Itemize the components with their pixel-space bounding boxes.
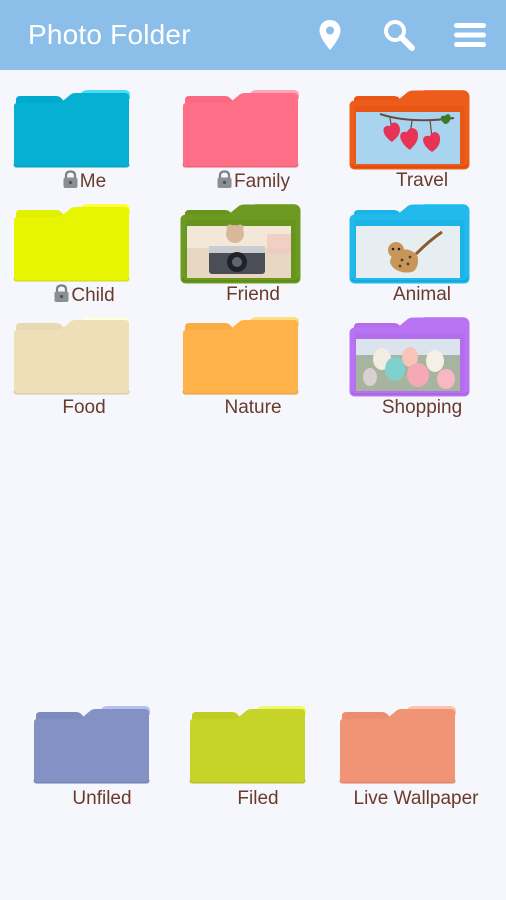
folder-friend[interactable]: Friend xyxy=(169,204,309,316)
folder-label: Friend xyxy=(169,284,337,306)
search-icon[interactable] xyxy=(382,18,416,52)
folder-label: Live Wallpaper xyxy=(326,788,506,810)
menu-icon[interactable] xyxy=(453,18,487,52)
folder-label-text: Food xyxy=(62,397,106,418)
lock-icon xyxy=(62,170,79,189)
folder-filed[interactable]: Filed xyxy=(176,706,316,818)
folder-unfiled[interactable]: Unfiled xyxy=(20,706,160,818)
folder-travel[interactable]: Travel xyxy=(338,90,478,202)
folder-label: Travel xyxy=(338,170,506,192)
folder-label-text: Filed xyxy=(237,788,279,809)
folder-label-text: Family xyxy=(234,171,290,192)
folder-icon xyxy=(181,90,303,168)
folder-thumbnail-icon xyxy=(349,90,472,170)
folder-label: Child xyxy=(0,284,168,307)
folder-label-text: Animal xyxy=(392,284,452,305)
folder-icon xyxy=(181,317,303,395)
folder-child[interactable]: Child xyxy=(0,204,140,316)
lock-icon xyxy=(53,284,70,303)
folder-icon xyxy=(188,706,310,784)
folder-thumbnail-icon xyxy=(349,317,472,397)
folder-label-text: Shopping xyxy=(381,397,463,418)
folder-label-text: Live Wallpaper xyxy=(353,788,479,809)
folder-label: Filed xyxy=(176,788,340,810)
folder-icon xyxy=(12,90,134,168)
app-title: Photo Folder xyxy=(28,19,191,50)
folder-label: Animal xyxy=(338,284,506,306)
folder-label-text: Child xyxy=(71,285,115,306)
folder-live-wallpaper[interactable]: Live Wallpaper xyxy=(326,706,478,818)
folder-animal[interactable]: Animal xyxy=(338,204,478,316)
folder-food[interactable]: Food xyxy=(0,317,140,429)
folder-label-text: Unfiled xyxy=(72,788,132,809)
folder-thumbnail-icon xyxy=(349,204,472,284)
folder-label: Me xyxy=(0,170,168,193)
folder-label: Family xyxy=(169,170,337,193)
lock-icon xyxy=(216,170,233,189)
folder-label-text: Nature xyxy=(224,397,282,418)
app-bar: Photo Folder xyxy=(0,0,506,70)
folder-label: Nature xyxy=(169,397,337,419)
folder-label: Food xyxy=(0,397,168,419)
folder-icon xyxy=(32,706,154,784)
folder-label-text: Me xyxy=(79,171,107,192)
folder-icon xyxy=(12,317,134,395)
folder-label-text: Travel xyxy=(395,170,449,191)
folder-icon xyxy=(12,204,134,282)
folder-me[interactable]: Me xyxy=(0,90,140,202)
folder-nature[interactable]: Nature xyxy=(169,317,309,429)
location-pin-icon[interactable] xyxy=(313,18,347,52)
folder-label-text: Friend xyxy=(226,284,280,305)
folder-shopping[interactable]: Shopping xyxy=(338,317,478,429)
folder-thumbnail-icon xyxy=(180,204,303,284)
folder-label: Shopping xyxy=(338,397,506,419)
folder-label: Unfiled xyxy=(20,788,184,810)
folder-icon xyxy=(338,706,460,784)
folder-family[interactable]: Family xyxy=(169,90,309,202)
